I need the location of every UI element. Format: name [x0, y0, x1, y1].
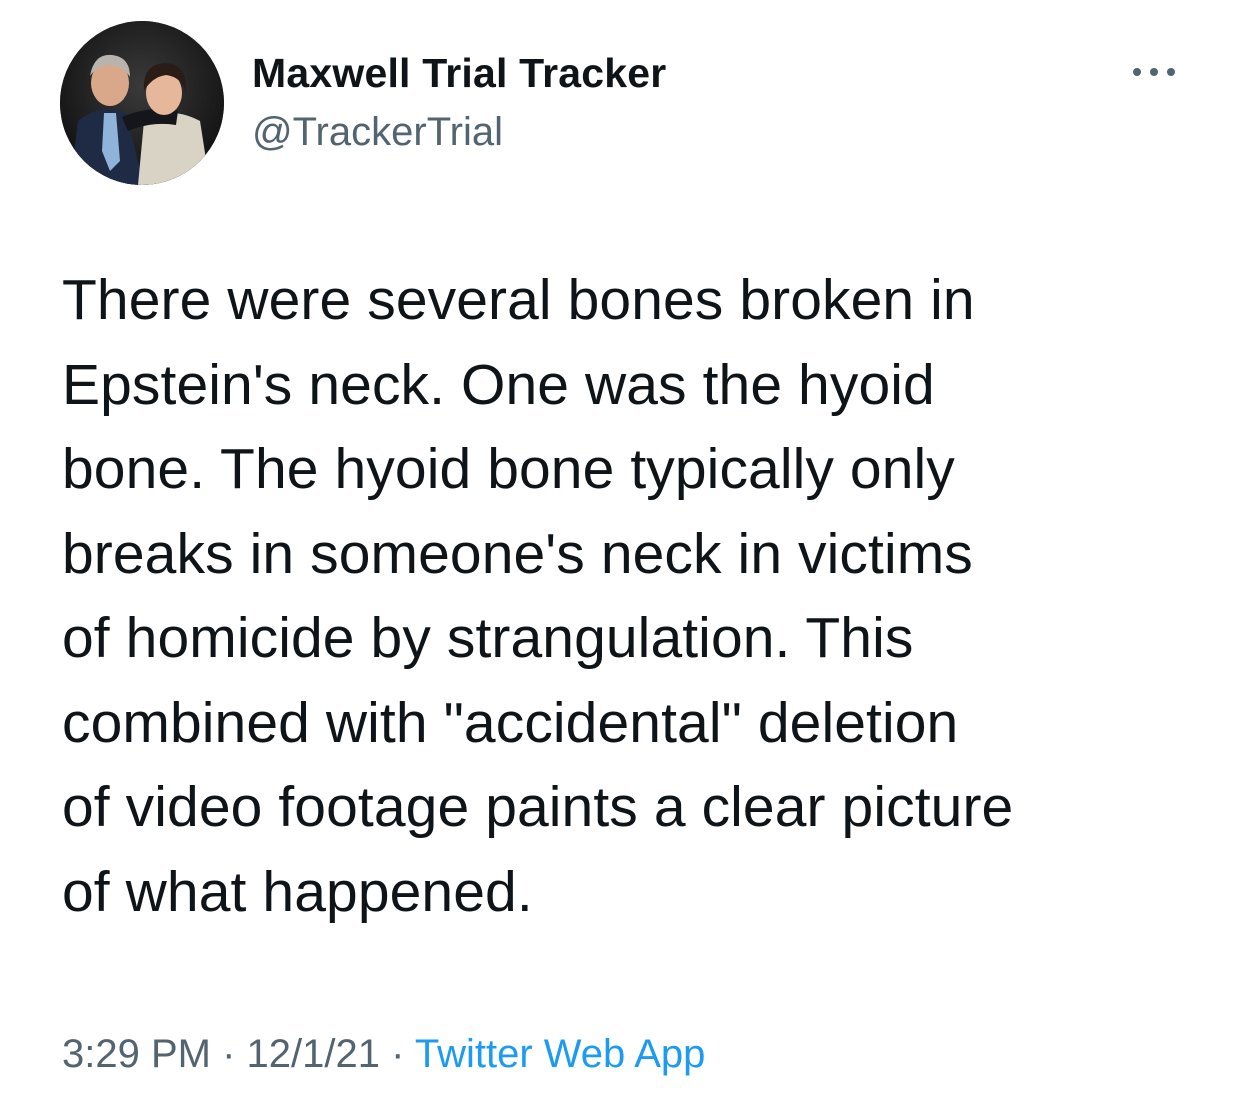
meta-separator: · — [391, 1032, 405, 1076]
more-options-button[interactable] — [1128, 60, 1180, 84]
meta-separator: · — [222, 1032, 236, 1076]
tweet-metadata: 3:29 PM · 12/1/21 · Twitter Web App — [62, 1032, 705, 1077]
tweet-source-link[interactable]: Twitter Web App — [415, 1032, 706, 1076]
tweet-date[interactable]: 12/1/21 — [247, 1032, 380, 1076]
tweet-time[interactable]: 3:29 PM — [62, 1032, 211, 1076]
profile-photo-icon — [60, 21, 224, 185]
author-handle[interactable]: @TrackerTrial — [252, 110, 503, 155]
avatar[interactable] — [60, 21, 224, 185]
ellipsis-icon — [1133, 68, 1175, 76]
author-display-name[interactable]: Maxwell Trial Tracker — [252, 50, 666, 97]
tweet-text: There were several bones broken in Epste… — [62, 268, 1014, 924]
